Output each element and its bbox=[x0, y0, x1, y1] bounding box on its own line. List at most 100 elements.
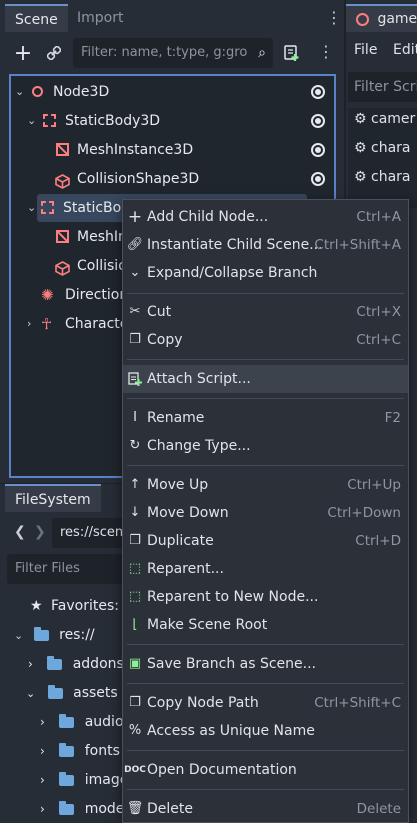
tree-node-meshinstance3d[interactable]: MeshInstance3D bbox=[13, 136, 333, 164]
script-label: chara bbox=[371, 140, 411, 156]
copy-icon: ❐ bbox=[129, 332, 141, 347]
menu-item-reparent[interactable]: ⬚ Reparent... bbox=[123, 555, 408, 583]
collapse-arrow-icon[interactable]: ⌄ bbox=[15, 78, 24, 106]
tree-node-staticbody3d[interactable]: ⌄ StaticBody3D bbox=[13, 107, 333, 135]
node-label: Collisio bbox=[77, 258, 127, 274]
tree-node-meshinstance[interactable]: MeshIn bbox=[13, 223, 133, 251]
meshinstance3d-icon bbox=[56, 143, 69, 156]
more-options-icon[interactable]: ⋮ bbox=[326, 8, 342, 27]
tree-node-directionallight[interactable]: ✺ Direction bbox=[13, 281, 133, 309]
tab-filesystem[interactable]: FileSystem bbox=[5, 484, 101, 512]
menu-item-expand-collapse-branch[interactable]: ⌄ Expand/Collapse Branch bbox=[123, 259, 408, 287]
gear-icon: ⚙ bbox=[354, 140, 367, 156]
filter-scripts-input[interactable]: Filter Scri bbox=[348, 72, 417, 102]
collapse-arrow-icon[interactable]: ⌄ bbox=[27, 107, 36, 135]
favorites-row[interactable]: ★ Favorites: bbox=[30, 592, 119, 620]
menu-item-copy[interactable]: ❐ Copy Ctrl+C bbox=[123, 326, 408, 354]
menu-item-open-documentation[interactable]: DOC Open Documentation bbox=[123, 756, 408, 784]
node-label: Characte bbox=[65, 316, 129, 332]
expand-arrow-icon[interactable]: › bbox=[40, 744, 45, 758]
add-node-icon[interactable]: + bbox=[14, 41, 32, 66]
folder-icon bbox=[59, 742, 75, 757]
attach-script-icon[interactable] bbox=[281, 43, 301, 63]
expand-arrow-icon[interactable]: › bbox=[40, 715, 45, 729]
tree-node-collisionshape[interactable]: Collisio bbox=[13, 252, 133, 280]
visibility-icon[interactable] bbox=[311, 143, 325, 157]
menu-item-duplicate[interactable]: ❐ Duplicate Ctrl+D bbox=[123, 527, 408, 555]
expand-arrow-icon[interactable]: › bbox=[27, 310, 31, 338]
attach-script-icon bbox=[128, 372, 142, 386]
menu-item-access-as-unique-name[interactable]: % Access as Unique Name bbox=[123, 717, 408, 745]
node-label: Direction bbox=[65, 287, 129, 303]
visibility-icon[interactable] bbox=[311, 85, 325, 99]
folder-res[interactable]: ⌄ res:// bbox=[14, 621, 95, 649]
expand-arrow-icon[interactable]: › bbox=[40, 802, 45, 816]
staticbody3d-icon bbox=[41, 201, 54, 214]
collapse-arrow-icon[interactable]: ⌄ bbox=[27, 194, 36, 222]
script-item[interactable]: ⚙ chara bbox=[354, 140, 411, 156]
tree-node-collisionshape3d[interactable]: CollisionShape3D bbox=[13, 165, 333, 193]
menu-item-attach-script[interactable]: Attach Script... bbox=[123, 365, 408, 393]
node3d-icon bbox=[356, 12, 369, 26]
menu-item-cut[interactable]: ✂ Cut Ctrl+X bbox=[123, 298, 408, 326]
menu-item-delete[interactable]: 🗑︎ Delete Delete bbox=[123, 795, 408, 823]
reparent-new-icon: ⬚ bbox=[128, 589, 142, 604]
link-icon[interactable] bbox=[45, 44, 63, 62]
scene-filter-input[interactable]: Filter: name, t:type, g:gro ⌕ bbox=[73, 38, 273, 68]
percent-icon: % bbox=[128, 723, 142, 738]
scene-menu-icon[interactable]: ⋮ bbox=[318, 42, 334, 61]
folder-icon bbox=[47, 655, 63, 670]
script-list: ⚙ camer ⚙ chara ⚙ chara bbox=[348, 108, 417, 208]
expand-arrow-icon[interactable]: › bbox=[28, 657, 33, 671]
tab-game-scene[interactable]: game_ bbox=[346, 4, 417, 32]
tree-node-characterbody[interactable]: › ☥ Characte bbox=[13, 310, 133, 338]
script-label: chara bbox=[371, 169, 411, 185]
visibility-icon[interactable] bbox=[311, 172, 325, 186]
node3d-icon bbox=[32, 86, 43, 97]
collapse-arrow-icon[interactable]: ⌄ bbox=[14, 629, 23, 642]
menu-item-move-down[interactable]: ↓ Move Down Ctrl+Down bbox=[123, 499, 408, 527]
visibility-icon[interactable] bbox=[311, 114, 325, 128]
trash-icon: 🗑︎ bbox=[126, 801, 144, 816]
node-label: CollisionShape3D bbox=[77, 171, 200, 187]
folder-assets[interactable]: ⌄ assets bbox=[26, 679, 118, 707]
menu-item-move-up[interactable]: ↑ Move Up Ctrl+Up bbox=[123, 471, 408, 499]
link-icon: 🔗︎ bbox=[126, 237, 144, 252]
menu-file[interactable]: File bbox=[354, 42, 377, 58]
node-label: StaticBod bbox=[63, 200, 131, 216]
light-icon: ✺ bbox=[41, 286, 54, 304]
star-icon: ★ bbox=[30, 598, 43, 614]
menu-item-rename[interactable]: I Rename F2 bbox=[123, 404, 408, 432]
script-item[interactable]: ⚙ camer bbox=[354, 111, 415, 127]
menu-item-reparent-to-new-node[interactable]: ⬚ Reparent to New Node... bbox=[123, 583, 408, 611]
tab-label: game_ bbox=[377, 11, 417, 27]
script-item[interactable]: ⚙ chara bbox=[354, 169, 411, 185]
save-branch-icon: ▣ bbox=[128, 656, 142, 671]
menu-item-save-branch-as-scene[interactable]: ▣ Save Branch as Scene... bbox=[123, 650, 408, 678]
folder-fonts[interactable]: › fonts bbox=[40, 737, 120, 765]
menu-edit[interactable]: Edit bbox=[393, 42, 417, 58]
copy-path-icon: ❐ bbox=[129, 695, 141, 710]
expand-arrow-icon[interactable]: › bbox=[40, 773, 45, 787]
favorites-label: Favorites: bbox=[51, 598, 119, 614]
menu-item-instantiate-child-scene[interactable]: 🔗︎ Instantiate Child Scene... Ctrl+Shift+… bbox=[123, 231, 408, 259]
chevron-down-icon: ⌄ bbox=[129, 265, 141, 280]
back-icon[interactable]: ❮ bbox=[14, 524, 26, 540]
plus-icon: + bbox=[127, 207, 143, 227]
node-label: MeshInstance3D bbox=[77, 142, 194, 158]
menu-item-copy-node-path[interactable]: ❐ Copy Node Path Ctrl+Shift+C bbox=[123, 689, 408, 717]
arrow-down-icon: ↓ bbox=[129, 505, 141, 520]
folder-audio[interactable]: › audio bbox=[40, 708, 124, 736]
menu-item-make-scene-root[interactable]: ⌊ Make Scene Root bbox=[123, 611, 408, 639]
menu-item-change-type[interactable]: ↻ Change Type... bbox=[123, 432, 408, 460]
menu-item-add-child-node[interactable]: + Add Child Node... Ctrl+A bbox=[123, 203, 408, 231]
folder-label: audio bbox=[84, 714, 124, 730]
tab-import[interactable]: Import bbox=[67, 4, 133, 32]
folder-addons[interactable]: › addons bbox=[28, 650, 124, 678]
tab-scene[interactable]: Scene bbox=[5, 4, 68, 32]
folder-icon bbox=[47, 684, 63, 699]
collapse-arrow-icon[interactable]: ⌄ bbox=[26, 687, 35, 700]
node-label: StaticBody3D bbox=[65, 113, 161, 129]
forward-icon[interactable]: ❯ bbox=[34, 524, 46, 540]
tree-node-node3d[interactable]: ⌄ Node3D bbox=[13, 78, 333, 106]
